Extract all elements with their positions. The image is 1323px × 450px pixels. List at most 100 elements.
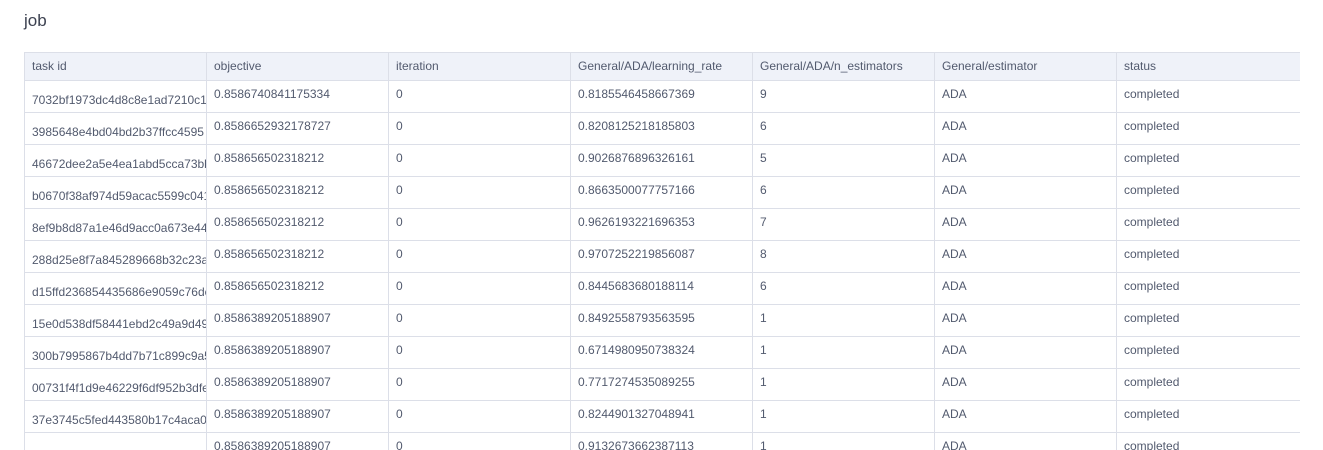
column-header-label: objective (214, 59, 262, 73)
page: job task id objective iteration General/ADA… (0, 0, 1323, 450)
cell-value: 8 (760, 247, 767, 261)
cell-value: 0.8586389205188907 (214, 439, 331, 450)
table-row[interactable]: b0670f38af974d59acac5599c041 0.8586565023… (24, 176, 1300, 209)
cell-iteration: 0 (388, 80, 571, 113)
cell-value: ADA (942, 439, 967, 450)
table-row[interactable]: 00731f4f1d9e46229f6df952b3dfe 0.858638920… (24, 368, 1300, 401)
table-header-row: task id objective iteration General/ADA/lea… (24, 52, 1300, 81)
cell-value: d15ffd236854435686e9059c76dc (32, 285, 207, 299)
column-header-estimator[interactable]: General/estimator (934, 52, 1117, 81)
cell-value: 0.8586740841175334 (214, 87, 330, 101)
cell-task-id: 46672dee2a5e4ea1abd5cca73bb (24, 144, 207, 177)
table-row[interactable]: 288d25e8f7a845289668b32c23a 0.85865650231… (24, 240, 1300, 273)
cell-learning-rate: 0.7717274535089255 (570, 368, 753, 401)
cell-value: ADA (942, 279, 967, 293)
table-row[interactable]: 7032bf1973dc4d8c8e1ad7210c1 0.85867408411… (24, 80, 1300, 113)
column-header-status[interactable]: status (1116, 52, 1300, 81)
cell-value: 0 (396, 279, 403, 293)
cell-estimator: ADA (934, 80, 1117, 113)
cell-value: 0.9707252219856087 (578, 247, 695, 261)
cell-estimator: ADA (934, 176, 1117, 209)
cell-value: ADA (942, 247, 967, 261)
cell-value: 1 (760, 311, 767, 325)
cell-value: 0.8208125218185803 (578, 119, 695, 133)
cell-objective: 0.8586740841175334 (206, 80, 389, 113)
cell-value: completed (1124, 279, 1180, 293)
table-row[interactable]: 46672dee2a5e4ea1abd5cca73bb 0.85865650231… (24, 144, 1300, 177)
cell-value: 0.9132673662387113 (578, 439, 694, 450)
cell-objective: 0.8586389205188907 (206, 400, 389, 433)
cell-value: 0 (396, 439, 403, 450)
cell-value: 9 (760, 87, 767, 101)
cell-n-estimators: 1 (752, 400, 935, 433)
cell-iteration: 0 (388, 272, 571, 305)
column-header-learning-rate[interactable]: General/ADA/learning_rate (570, 52, 753, 81)
cell-value: ADA (942, 119, 967, 133)
column-header-iteration[interactable]: iteration (388, 52, 571, 81)
cell-value: completed (1124, 407, 1180, 421)
cell-n-estimators: 1 (752, 304, 935, 337)
cell-value: 0.8492558793563595 (578, 311, 695, 325)
cell-iteration: 0 (388, 336, 571, 369)
column-header-label: General/ADA/n_estimators (760, 59, 903, 73)
cell-value: 0.8586389205188907 (214, 343, 331, 357)
cell-value: ADA (942, 343, 967, 357)
page-title: job (24, 11, 47, 30)
table-row[interactable]: 300b7995867b4dd7b71c899c9a5 0.85863892051… (24, 336, 1300, 369)
cell-task-id: 300b7995867b4dd7b71c899c9a5 (24, 336, 207, 369)
cell-value: completed (1124, 183, 1180, 197)
cell-estimator: ADA (934, 432, 1117, 450)
cell-objective: 0.858656502318212 (206, 176, 389, 209)
cell-value: 0.858656502318212 (214, 279, 325, 293)
table-row[interactable]: d15ffd236854435686e9059c76dc 0.8586565023… (24, 272, 1300, 305)
cell-value: ADA (942, 183, 967, 197)
cell-value: 0.8586389205188907 (214, 311, 331, 325)
cell-value: 6 (760, 183, 767, 197)
cell-task-id: 8ef9b8d87a1e46d9acc0a673e44 (24, 208, 207, 241)
cell-learning-rate: 0.8663500077757166 (570, 176, 753, 209)
cell-status: completed (1116, 432, 1300, 450)
cell-value: 0.8185546458667369 (578, 87, 695, 101)
cell-n-estimators: 8 (752, 240, 935, 273)
column-header-task-id[interactable]: task id (24, 52, 207, 81)
table-row[interactable]: 37e3745c5fed443580b17c4aca0 0.85863892051… (24, 400, 1300, 433)
cell-task-id: 7032bf1973dc4d8c8e1ad7210c1 (24, 80, 207, 113)
cell-value: completed (1124, 343, 1180, 357)
cell-estimator: ADA (934, 272, 1117, 305)
cell-iteration: 0 (388, 144, 571, 177)
cell-task-id: 15e0d538df58441ebd2c49a9d49 (24, 304, 207, 337)
cell-n-estimators: 1 (752, 368, 935, 401)
table-row[interactable]: 0.8586389205188907 0 0.9132673662387113 1 AD… (24, 432, 1300, 450)
cell-objective: 0.8586389205188907 (206, 432, 389, 450)
cell-estimator: ADA (934, 240, 1117, 273)
cell-value: 6 (760, 119, 767, 133)
table-row[interactable]: 3985648e4bd04bd2b37ffcc4595 0.85866529321… (24, 112, 1300, 145)
cell-value: 46672dee2a5e4ea1abd5cca73bb (32, 157, 207, 171)
cell-value: 0 (396, 215, 403, 229)
results-table: task id objective iteration General/ADA/lea… (24, 52, 1300, 450)
table-row[interactable]: 15e0d538df58441ebd2c49a9d49 0.85863892051… (24, 304, 1300, 337)
table-row[interactable]: 8ef9b8d87a1e46d9acc0a673e44 0.85865650231… (24, 208, 1300, 241)
cell-value: 0.858656502318212 (214, 247, 325, 261)
cell-value: completed (1124, 375, 1180, 389)
column-header-n-estimators[interactable]: General/ADA/n_estimators (752, 52, 935, 81)
cell-value: b0670f38af974d59acac5599c041 (32, 189, 207, 203)
cell-value: ADA (942, 311, 967, 325)
cell-n-estimators: 6 (752, 272, 935, 305)
cell-value: completed (1124, 87, 1180, 101)
cell-n-estimators: 9 (752, 80, 935, 113)
cell-status: completed (1116, 80, 1300, 113)
results-table-container[interactable]: task id objective iteration General/ADA/lea… (24, 52, 1300, 450)
cell-value: 0.7717274535089255 (578, 375, 695, 389)
cell-value: 6 (760, 279, 767, 293)
cell-n-estimators: 1 (752, 432, 935, 450)
column-header-objective[interactable]: objective (206, 52, 389, 81)
cell-estimator: ADA (934, 304, 1117, 337)
cell-value: 5 (760, 151, 767, 165)
cell-status: completed (1116, 400, 1300, 433)
table-body: 7032bf1973dc4d8c8e1ad7210c1 0.85867408411… (24, 80, 1300, 450)
cell-task-id: 00731f4f1d9e46229f6df952b3dfe (24, 368, 207, 401)
cell-iteration: 0 (388, 112, 571, 145)
cell-iteration: 0 (388, 176, 571, 209)
cell-value: 1 (760, 375, 767, 389)
